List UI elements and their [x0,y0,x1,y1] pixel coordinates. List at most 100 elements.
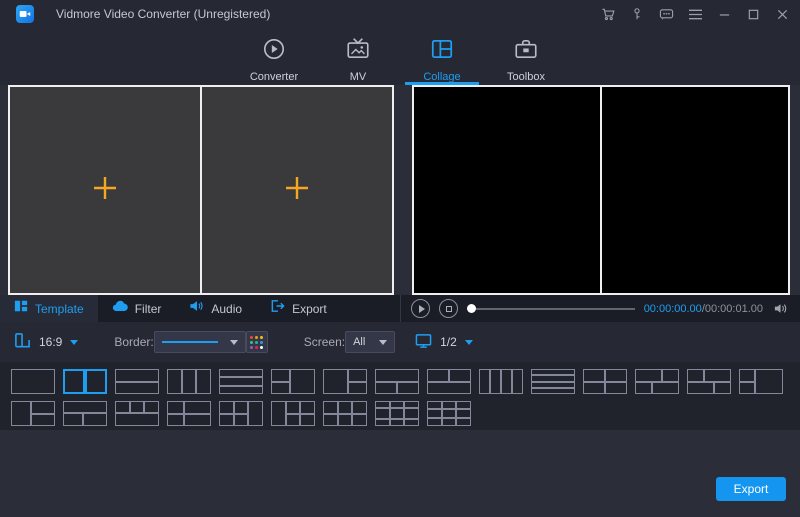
template-thumb-four-rows[interactable] [531,369,575,394]
aspect-ratio-icon [14,332,31,352]
border-color-picker[interactable] [245,331,268,353]
template-thumb-top-three-bottom-large[interactable] [115,401,159,426]
template-thumb-grid-3x2[interactable] [323,401,367,426]
cart-icon[interactable] [600,6,616,22]
aspect-ratio-select[interactable]: 16:9 [14,332,79,352]
stop-icon [445,305,452,312]
thumb-cell [739,369,755,382]
template-thumb-two-rows[interactable] [115,369,159,394]
canvas-cell-1[interactable] [10,87,200,293]
tab-audio-label: Audio [211,301,243,316]
tab-mv[interactable]: MV [319,28,397,85]
thumb-cell [285,401,301,414]
thumb-cell [456,401,471,410]
volume-icon[interactable] [772,301,790,317]
template-thumb-grid-2x2-narrow-left[interactable] [167,401,211,426]
thumb-cell [512,369,523,394]
template-thumb-three-rows[interactable] [219,369,263,394]
canvas-cell-2[interactable] [202,87,392,293]
preview-cell-2[interactable] [602,87,788,293]
tab-converter-label: Converter [249,71,299,83]
template-thumb-grid-3x3-wide-middle[interactable] [375,401,419,426]
template-thumb-top-split-bottom-large[interactable] [427,369,471,394]
thumb-cell [352,401,367,414]
chevron-down-icon [70,339,79,345]
time-current: 00:00:00.00 [643,302,702,315]
template-thumb-quad-left-large-right[interactable] [219,401,263,426]
thumb-cell [479,369,490,394]
thumb-cell [248,401,263,426]
thumb-cell [404,419,419,426]
tab-template[interactable]: Template [0,295,98,322]
chevron-down-icon [379,339,388,345]
thumb-cell [347,381,367,394]
tab-toolbox[interactable]: Toolbox [487,28,565,85]
screen-page-select[interactable]: 1/2 [415,333,473,352]
close-icon[interactable] [774,6,790,22]
thumb-cell [583,381,605,394]
tab-template-label: Template [35,301,84,316]
thumb-cell [501,369,512,394]
preview-cell-1[interactable] [414,87,600,293]
seek-thumb[interactable] [467,303,476,313]
template-thumb-grid-2x2[interactable] [583,369,627,394]
thumb-cell [531,387,575,394]
template-thumb-top-large-bottom-split[interactable] [375,369,419,394]
template-thumb-large-left-quad-right[interactable] [271,401,315,426]
thumb-cell [183,413,211,426]
thumb-cell [323,369,348,394]
color-swatch-dot [255,345,259,349]
aspect-ratio-value: 16:9 [39,335,63,349]
plus-icon [92,175,118,206]
template-thumb-two-columns[interactable] [63,369,107,394]
template-thumb-left-large-right-stack[interactable] [323,369,367,394]
menu-icon[interactable] [687,6,703,22]
thumb-cell [456,417,471,426]
tab-filter[interactable]: Filter [98,295,176,322]
thumb-cell [449,369,471,382]
collage-icon [429,36,455,67]
color-swatch-dot [250,335,254,339]
template-thumb-narrow-left-stack[interactable] [739,369,783,394]
thumb-cell [703,369,731,382]
seek-slider[interactable] [467,303,635,313]
border-line-sample [161,341,218,343]
template-thumb-three-columns[interactable] [167,369,211,394]
play-button[interactable] [411,299,430,318]
collage-settings: 16:9 Border: Screen: All 1/2 [0,322,800,362]
thumb-cell [739,381,755,394]
tab-audio[interactable]: Audio [175,295,256,322]
border-style-select[interactable] [153,331,246,353]
converter-icon [261,36,287,67]
tab-collage[interactable]: Collage [403,28,481,85]
stop-button[interactable] [439,299,458,318]
screen-label: Screen: [303,335,346,349]
minimize-icon[interactable] [716,6,732,22]
maximize-icon[interactable] [745,6,761,22]
key-icon[interactable] [629,6,645,22]
tab-converter[interactable]: Converter [235,28,313,85]
template-thumb-left-large-right-rows[interactable] [11,401,55,426]
thumb-cell [337,401,353,414]
feedback-icon[interactable] [658,6,674,22]
template-thumb-mosaic-wide-top-left[interactable] [635,369,679,394]
thumb-cell [300,401,315,414]
thumb-cell [605,369,627,382]
screen-select[interactable]: All [345,331,396,353]
tab-export-label: Export [292,301,327,316]
template-thumb-mosaic-wide-top-right[interactable] [687,369,731,394]
export-button[interactable]: Export [716,477,786,501]
template-thumb-grid-3x3[interactable] [427,401,471,426]
filter-cloud-icon [112,299,128,318]
time-display: 00:00:00.00/00:00:01.00 [644,303,763,315]
template-grid [0,362,800,430]
template-thumb-four-columns[interactable] [479,369,523,394]
template-thumb-top-large-bottom-cols[interactable] [63,401,107,426]
editor-tabs: Template Filter Audio Export [0,295,400,322]
thumb-cell [63,401,107,413]
template-thumb-left-stack-right-large[interactable] [271,369,315,394]
template-thumb-single[interactable] [11,369,55,394]
chevron-down-icon [464,339,473,345]
thumb-cell [605,381,627,394]
tab-export[interactable]: Export [256,295,341,322]
